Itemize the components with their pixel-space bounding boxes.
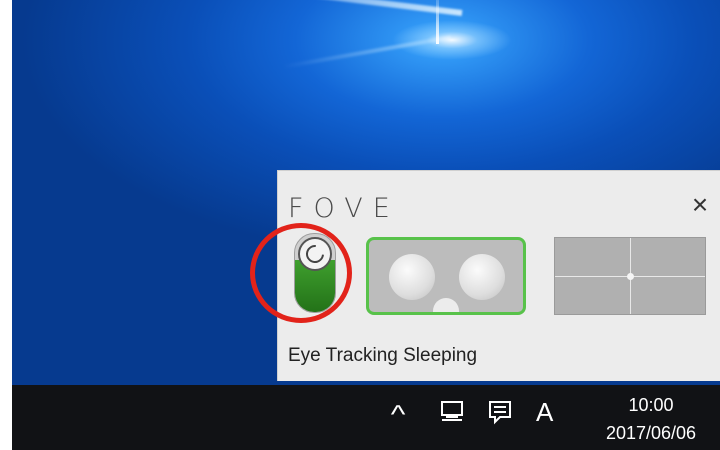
headset-view-button[interactable] (366, 237, 526, 315)
clock-date: 2017/06/06 (605, 423, 697, 443)
system-clock[interactable]: 10:00 2017/06/06 (586, 391, 716, 447)
light-beam (163, 0, 463, 16)
chevron-up-icon[interactable]: ^ (391, 399, 406, 430)
light-beam (436, 0, 439, 44)
network-monitor-icon[interactable] (439, 399, 465, 431)
highlight-circle (250, 223, 352, 323)
action-center-icon[interactable] (487, 399, 513, 431)
close-button[interactable]: × (687, 191, 713, 219)
calibration-grid-button[interactable] (554, 237, 706, 315)
nose-cutout (433, 298, 459, 312)
taskbar: ^ A 10:00 2017/06/06 (12, 385, 720, 450)
right-lens-icon (459, 254, 505, 300)
status-text: Eye Tracking Sleeping (288, 345, 478, 366)
clock-time: 10:00 (628, 395, 674, 415)
left-lens-icon (389, 254, 435, 300)
center-dot-icon (627, 273, 634, 280)
ime-indicator[interactable]: A (536, 397, 553, 428)
light-flare (392, 20, 512, 60)
fove-logo: FOVE (288, 193, 400, 224)
fove-tray-popup: FOVE × Eye Tracking Sleeping (250, 170, 720, 381)
